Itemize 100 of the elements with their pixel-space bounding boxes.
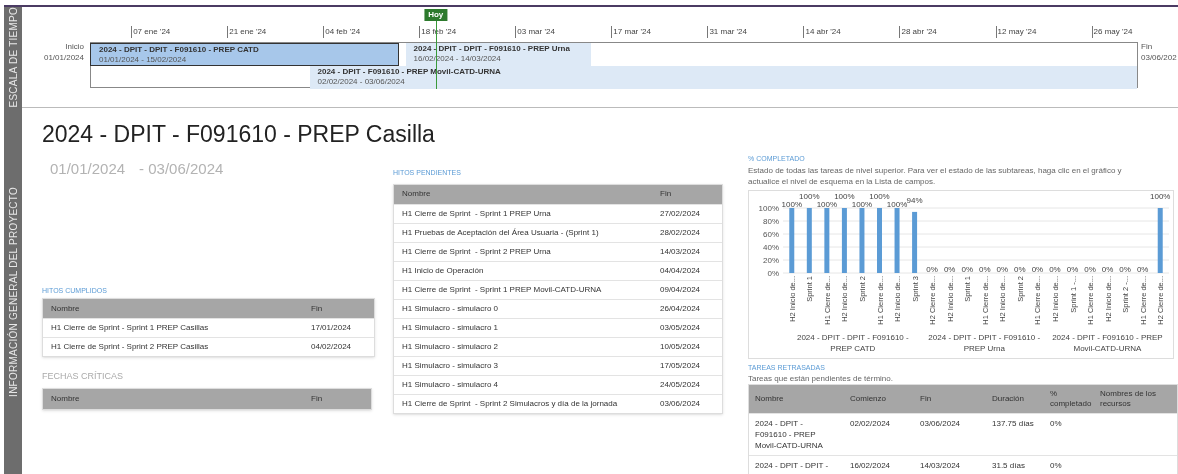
table-cell-text: 0% [1049,459,1063,471]
column-header: Nombre [50,392,81,405]
table-cell-text: 14/03/2024 [659,245,702,258]
column-header: Fin [659,188,673,200]
data-label: 0% [979,264,991,274]
category-group-label: 2024 - DPIT - DPIT - F091610 - PREP CATD [795,331,910,354]
column-header: Duración [991,393,1025,404]
chart-bar [841,207,847,273]
timeline-tick-label: 14 abr '24 [803,26,841,38]
task-bar-title: 2024 - DPIT - DPIT - F091610 - PREP CATD [99,45,260,55]
side-label: ESCALA DE TIEMPO [6,7,20,108]
data-label: 0% [996,264,1009,274]
today-marker-line [435,21,437,89]
table-cell-text: H1 Inicio de Operación [401,264,485,277]
column-header: Nombre [754,393,785,404]
data-label: 0% [1066,264,1079,274]
data-label: 94% [906,195,923,205]
table-cell-text: 28/02/2024 [659,226,702,239]
table-cell-text: H1 Simulacro - simulacro 1 [401,321,500,334]
data-label: 0% [961,264,973,274]
start-label: Inicio [64,41,84,52]
data-label: 0% [1084,264,1096,274]
category-group-label: 2024 - DPIT - F091610 - PREP Movil-CATD-URNA [1051,331,1164,354]
table-description: Tareas que están pendientes de término. [748,372,894,384]
table-cell-text: 14/03/2024 [919,459,962,471]
chart-bar [894,207,900,273]
table-cell-text: H1 Cierre de Sprint - Sprint 2 PREP Urna [401,245,552,258]
table-cell-text: 03/05/2024 [659,321,702,334]
data-label: 100% [781,199,802,209]
table-cell-text: H1 Simulacro - simulacro 4 [401,378,500,391]
task-bar-title: 2024 - DPIT - DPIT - F091610 - PREP Urna [413,44,571,54]
table-cell-text: H1 Cierre de Sprint - Sprint 1 PREP Casillas [50,322,210,334]
chart-bar [806,207,812,273]
chart-bar [1157,207,1163,273]
side-label: INFORMACIÓN GENERAL DEL PROYECTO [6,186,20,397]
data-label: 100% [799,191,820,201]
timeline-tick-label: 17 mar '24 [611,26,651,38]
table-cell-text: 04/02/2024 [310,341,353,353]
table-cell-text: H1 Pruebas de Aceptación del Área Usuaria - (Sprint 1) [401,226,600,239]
y-tick-label: 0% [767,268,779,278]
chart-description: Estado de todas las tareas de nivel superior. Para ver el estado de las subtareas, haga clic en el gráfico y actualice el nivel de esquema en la Lista de campos. [748,164,1123,187]
table-cell-text: 2024 - DPIT - DPIT - [754,459,830,471]
y-tick-label: 40% [763,242,779,252]
table-cell-text: H1 Simulacro - simulacro 0 [401,302,500,315]
column-header: % completado [1049,388,1093,409]
column-header: Nombre [50,302,81,315]
data-label: 0% [926,264,938,274]
data-label: 0% [1049,264,1061,274]
data-label: 0% [943,264,956,274]
data-label: 0% [1136,264,1149,274]
data-label: 100% [834,191,855,201]
table-cell-text: H1 Cierre de Sprint - Sprint 1 PREP Movil-CATD-URNA [401,283,603,296]
chart-bar [912,211,918,273]
data-label: 100% [816,199,838,209]
timeline-tick-label: 26 may '24 [1091,26,1133,38]
column-header: Nombre [401,188,432,200]
category-group-label: 2024 - DPIT - DPIT - F091610 - PREP Urna [927,331,1042,354]
column-header: Fin [310,392,324,405]
chart-bar [789,207,795,273]
table-cell-text: 2024 - DPIT - F091610 - PREP Movil-CATD-URNA [754,417,824,451]
data-label: 100% [886,199,908,209]
y-tick-label: 60% [763,229,779,239]
table-cell-text: 03/06/2024 [659,397,702,410]
y-tick-label: 80% [763,216,779,226]
table-cell-text: 0% [1049,417,1063,429]
chart-bar [859,207,865,273]
data-label: 0% [1101,264,1114,274]
table-cell-text: 17/01/2024 [310,322,353,334]
table-cell-text: H1 Simulacro - simulacro 3 [401,359,500,372]
table-cell-text: H1 Cierre de Sprint - Sprint 2 PREP Casillas [50,341,210,353]
column-header: Comienzo [849,393,887,404]
data-label: 0% [1119,264,1131,274]
column-header: Nombres de los recursos [1099,388,1158,409]
table-cell-text: 24/05/2024 [659,378,702,391]
table-cell-text: H1 Cierre de Sprint - Sprint 2 Simulacros y día de la jornada [401,397,619,410]
task-bar-dates: 02/02/2024 - 03/06/2024 [317,77,406,87]
timeline-tick-label: 04 feb '24 [323,26,361,38]
table-cell-text: 04/04/2024 [659,264,702,277]
data-label: 0% [1014,264,1026,274]
timeline-tick-label: 21 ene '24 [227,26,267,38]
timeline-tick-label: 12 may '24 [995,26,1037,38]
timeline-tick-label: 03 mar '24 [515,26,555,38]
timeline-tick-label: 31 mar '24 [707,26,747,38]
project-start-date: 01/01/2024 [50,158,126,179]
table-cell-text: 03/06/2024 [919,417,962,429]
chart-bar [877,207,882,273]
section-heading: FECHAS CRÍTICAS [42,370,124,383]
table-cell-text: H1 Cierre de Sprint - Sprint 1 PREP Urna [401,207,552,220]
task-bar-dates: 01/01/2024 - 15/02/2024 [99,55,188,65]
project-end-date: - 03/06/2024 [139,158,224,179]
today-label: Hoy [424,9,448,21]
table-cell-text: 27/02/2024 [659,207,702,220]
data-label: 100% [869,191,890,201]
end-label: Fin [1141,41,1154,52]
data-label: 100% [851,199,873,209]
timeline-tick-label: 28 abr '24 [899,26,937,38]
timeline-task-bar[interactable]: 2024 - DPIT - DPIT - F091610 - PREP CATD 01/01/2024 - 15/02/2024 [90,43,399,66]
column-header: Fin [310,302,324,315]
table-cell-text: 26/04/2024 [659,302,702,315]
data-label: 0% [1031,264,1044,274]
